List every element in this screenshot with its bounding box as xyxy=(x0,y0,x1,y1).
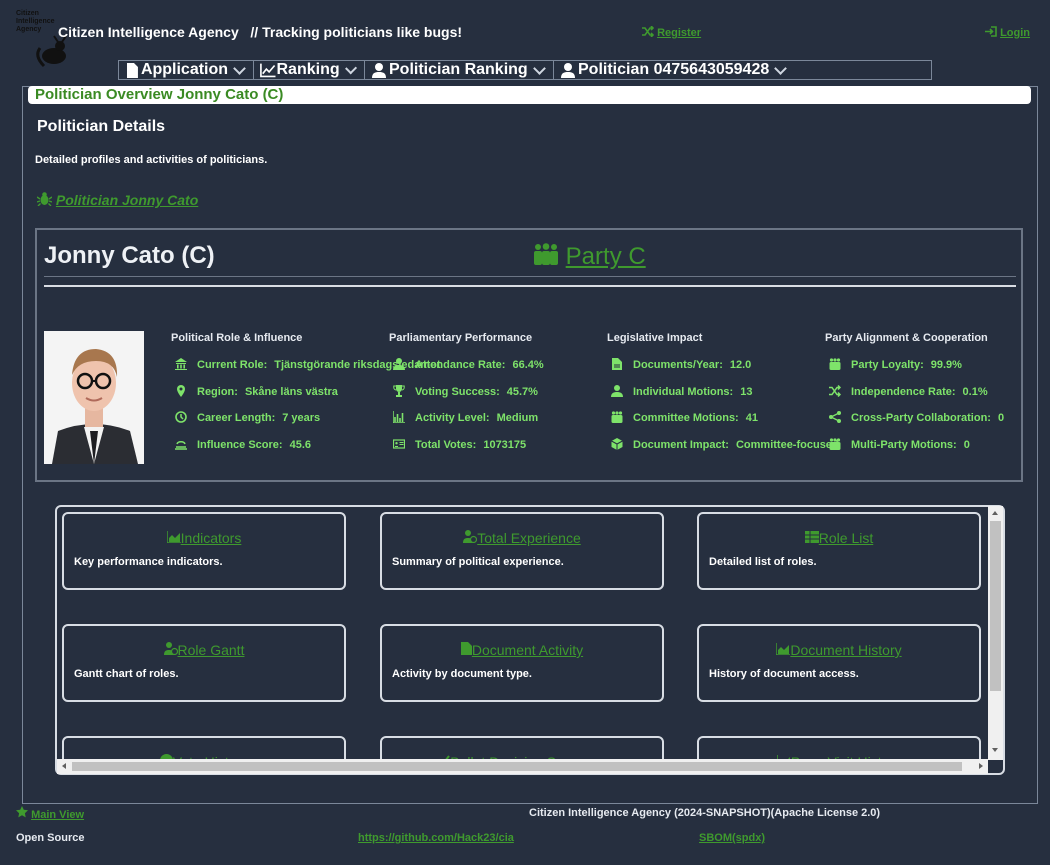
sign-in-icon xyxy=(985,26,997,37)
sbom-link[interactable]: SBOM(spdx) xyxy=(699,832,765,844)
horizontal-scrollbar-thumb[interactable] xyxy=(72,762,962,771)
stat-independence-rate: Independence Rate: 0.1% xyxy=(829,385,988,398)
scroll-down-arrow-icon[interactable] xyxy=(992,748,998,752)
user-clock-icon xyxy=(163,642,178,656)
card-document-history[interactable]: Document History History of document acc… xyxy=(697,624,981,702)
menu-ranking[interactable]: Ranking xyxy=(254,61,365,79)
section-title: Politician Details xyxy=(37,118,166,135)
stat-career-length: Career Length: 7 years xyxy=(175,411,320,424)
register-link[interactable]: Register xyxy=(642,25,701,39)
stat-activity-level: Activity Level: Medium xyxy=(393,411,538,424)
register-label[interactable]: Register xyxy=(657,27,701,39)
login-label[interactable]: Login xyxy=(1000,27,1030,39)
stat-committee-motions: Committee Motions: 41 xyxy=(611,411,758,424)
star-icon xyxy=(16,806,28,818)
stat-document-impact: Document Impact: Committee-focused xyxy=(611,438,839,451)
stat-cross-party-collaboration: Cross-Party Collaboration: 0 xyxy=(829,411,1004,424)
stat-total-votes: Total Votes: 1073175 xyxy=(393,438,526,451)
column-heading-performance: Parliamentary Performance xyxy=(389,332,533,344)
user-icon xyxy=(372,62,386,78)
shuffle-icon xyxy=(642,25,655,38)
bug-icon xyxy=(36,192,53,207)
page-title: Politician Overview Jonny Cato (C) xyxy=(28,86,1031,104)
user-clock-icon xyxy=(463,530,478,544)
app-tagline: // Tracking politicians like bugs! xyxy=(250,24,463,40)
group-icon xyxy=(829,358,841,370)
chevron-down-icon xyxy=(532,61,546,75)
divider xyxy=(44,285,1016,287)
user-icon xyxy=(393,358,405,370)
area-chart-icon xyxy=(165,531,181,544)
stat-individual-motions: Individual Motions: 13 xyxy=(611,385,752,398)
divider xyxy=(44,276,1016,277)
chevron-down-icon xyxy=(344,61,357,75)
section-description: Detailed profiles and activities of poli… xyxy=(35,154,268,166)
document-icon xyxy=(612,358,622,370)
footer-open-source: Open Source xyxy=(16,832,85,844)
card-indicators[interactable]: Indicators Key performance indicators. xyxy=(62,512,346,590)
card-role-gantt[interactable]: Role Gantt Gantt chart of roles. xyxy=(62,624,346,702)
card-document-activity[interactable]: Document Activity Activity by document t… xyxy=(380,624,664,702)
document-icon xyxy=(460,642,472,655)
politician-link[interactable]: Politician Jonny Cato xyxy=(36,192,198,208)
menu-politician[interactable]: Politician 0475643059428 xyxy=(554,61,794,79)
area-chart-icon xyxy=(775,643,791,656)
person-icon xyxy=(611,385,623,397)
politician-name: Jonny Cato (C) xyxy=(44,242,215,269)
map-pin-icon xyxy=(177,385,185,397)
chevron-down-icon xyxy=(774,61,788,75)
cube-icon xyxy=(611,438,623,450)
stat-region: Region: Skåne läns västra xyxy=(175,385,338,398)
shuffle-icon xyxy=(829,385,841,397)
stat-attendance: Attendance Rate: 66.4% xyxy=(393,358,544,371)
party-link[interactable]: Party C xyxy=(533,243,646,271)
column-heading-party: Party Alignment & Cooperation xyxy=(825,332,988,344)
scroll-up-arrow-icon[interactable] xyxy=(992,511,998,515)
card-role-list[interactable]: Role List Detailed list of roles. xyxy=(697,512,981,590)
chart-icon xyxy=(393,411,405,423)
main-menu-bar: Application Ranking Politician Ranking P… xyxy=(118,60,932,80)
stat-voting-success: Voting Success: 45.7% xyxy=(393,385,538,398)
login-link[interactable]: Login xyxy=(985,26,1030,39)
main-view-link[interactable]: Main View xyxy=(16,806,84,821)
footer-version: Citizen Intelligence Agency (2024-SNAPSH… xyxy=(529,807,881,819)
stat-documents-year: Documents/Year: 12.0 xyxy=(611,358,751,371)
line-chart-icon xyxy=(260,63,276,77)
menu-application[interactable]: Application xyxy=(119,61,254,79)
share-icon xyxy=(829,411,841,423)
clock-icon xyxy=(175,411,187,423)
app-title: Citizen Intelligence Agency // Tracking … xyxy=(58,24,462,40)
column-heading-role: Political Role & Influence xyxy=(171,332,303,344)
stat-influence-score: Influence Score: 45.6 xyxy=(175,438,311,451)
card-total-experience[interactable]: Total Experience Summary of political ex… xyxy=(380,512,664,590)
menu-politician-ranking[interactable]: Politician Ranking xyxy=(365,61,554,79)
id-card-icon xyxy=(393,439,405,449)
scroll-left-arrow-icon[interactable] xyxy=(62,763,66,769)
stat-party-loyalty: Party Loyalty: 99.9% xyxy=(829,358,962,371)
document-icon xyxy=(126,62,138,78)
logo-text: Citizen Intelligence Agency xyxy=(16,10,55,33)
vertical-scrollbar-thumb[interactable] xyxy=(990,521,1001,691)
group-icon xyxy=(829,438,841,450)
politician-photo xyxy=(44,331,144,464)
trophy-icon xyxy=(393,385,405,397)
stat-multi-party-motions: Multi-Party Motions: 0 xyxy=(829,438,970,451)
gauge-icon xyxy=(175,441,187,450)
chevron-down-icon xyxy=(233,61,246,75)
group-icon xyxy=(611,411,623,423)
app-name: Citizen Intelligence Agency xyxy=(58,24,239,40)
group-icon xyxy=(534,243,558,265)
cards-scroll-area[interactable]: Indicators Key performance indicators. T… xyxy=(55,505,1005,775)
scroll-right-arrow-icon[interactable] xyxy=(979,763,983,769)
bank-icon xyxy=(175,358,187,370)
github-link[interactable]: https://github.com/Hack23/cia xyxy=(358,832,514,844)
table-icon xyxy=(804,531,819,543)
user-icon xyxy=(561,62,575,78)
column-heading-legislative: Legislative Impact xyxy=(607,332,703,344)
